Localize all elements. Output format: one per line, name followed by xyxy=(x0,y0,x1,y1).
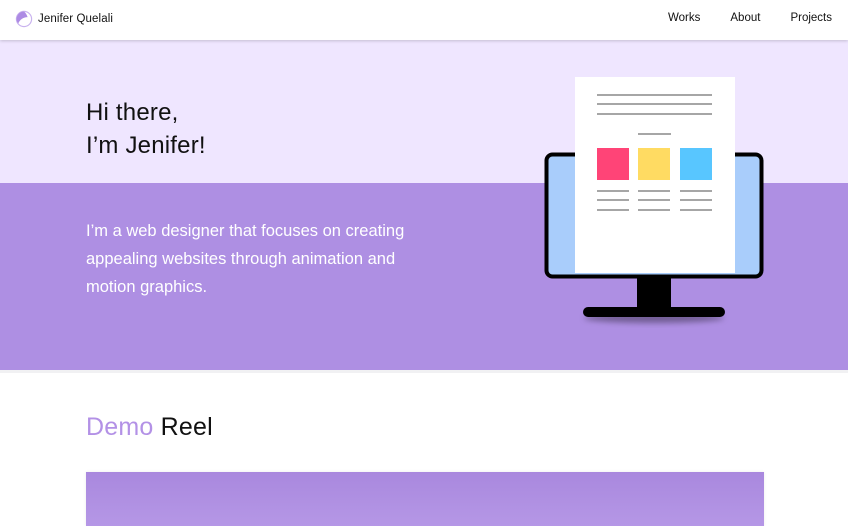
demo-reel-heading-rest: Reel xyxy=(160,413,213,441)
moon-logo-icon xyxy=(15,10,33,28)
greeting-line-2: I’m Jenifer! xyxy=(86,132,206,159)
brand-name: Jenifer Quelali xyxy=(38,13,114,25)
nav-link-projects[interactable]: Projects xyxy=(790,12,832,24)
hero-intro-text: I’m a web designer that focuses on creat… xyxy=(86,222,405,296)
nav-link-about[interactable]: About xyxy=(730,12,760,24)
monitor-document-icon xyxy=(544,77,764,323)
demo-reel-heading: Demo Reel xyxy=(86,413,213,442)
demo-reel-heading-accent: Demo xyxy=(86,413,154,441)
section-divider xyxy=(0,370,848,373)
greeting-line-1: Hi there, xyxy=(86,99,179,126)
nav-links: Works About Projects xyxy=(668,12,832,24)
hero-greeting: Hi there, I’m Jenifer! xyxy=(86,96,206,162)
brand-home-link[interactable]: Jenifer Quelali xyxy=(15,10,113,28)
demo-reel-video[interactable] xyxy=(86,472,764,526)
nav-link-works[interactable]: Works xyxy=(668,12,700,24)
top-navbar: Jenifer Quelali Works About Projects xyxy=(0,0,848,40)
